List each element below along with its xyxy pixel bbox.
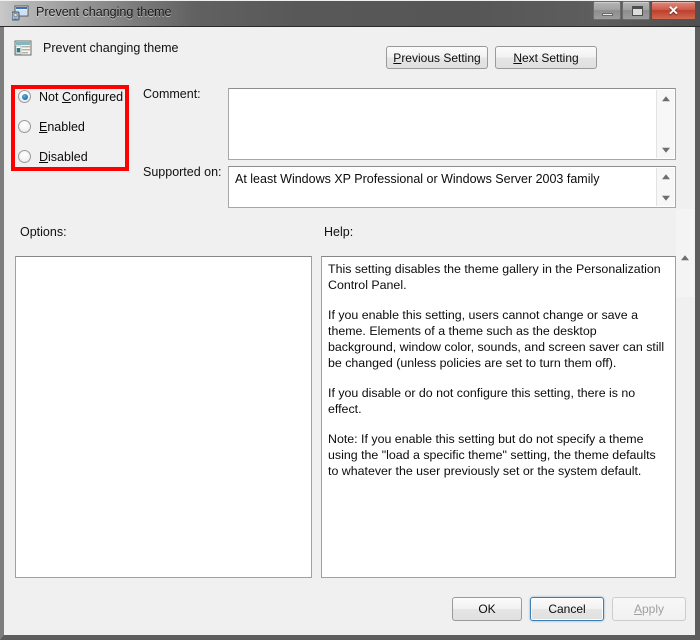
radio-not-configured[interactable]: Not Configured	[18, 88, 128, 105]
options-label: Options:	[20, 225, 67, 239]
next-setting-label: Next Setting	[513, 50, 579, 65]
radio-enabled[interactable]: Enabled	[18, 118, 128, 135]
radio-enabled-indicator	[18, 120, 31, 133]
help-content: This setting disables the theme gallery …	[328, 261, 667, 479]
comment-textarea[interactable]	[228, 88, 676, 160]
title-bar: Prevent changing theme ✕	[0, 0, 700, 27]
cancel-button[interactable]: Cancel	[530, 597, 604, 621]
supported-scroll-down-icon[interactable]	[657, 189, 674, 206]
help-paragraph: Note: If you enable this setting but do …	[328, 432, 656, 478]
setting-title: Prevent changing theme	[43, 41, 179, 55]
apply-button[interactable]: Apply	[612, 597, 686, 621]
supported-on-textarea[interactable]: At least Windows XP Professional or Wind…	[228, 166, 676, 208]
policy-setting-icon	[11, 5, 29, 21]
maximize-icon	[632, 6, 643, 16]
help-paragraph: If you disable or do not configure this …	[328, 386, 636, 416]
policy-state-radio-group: Not Configured Enabled Disabled	[18, 88, 128, 165]
close-icon: ✕	[668, 3, 679, 18]
help-paragraph: If you enable this setting, users cannot…	[328, 308, 665, 370]
supported-on-value: At least Windows XP Professional or Wind…	[235, 172, 600, 186]
dialog-scroll-up-icon[interactable]	[676, 249, 694, 267]
group-policy-setting-dialog: Prevent changing theme ✕ Prevent changin…	[0, 0, 700, 640]
previous-setting-button[interactable]: Previous Setting	[386, 46, 488, 69]
radio-enabled-label: Enabled	[39, 119, 85, 134]
next-setting-button[interactable]: Next Setting	[495, 46, 597, 69]
window-title: Prevent changing theme	[36, 5, 172, 19]
radio-not-configured-indicator	[18, 90, 31, 103]
setting-header: Prevent changing theme	[13, 38, 179, 58]
maximize-button[interactable]	[622, 1, 650, 20]
window-controls: ✕	[593, 1, 696, 20]
previous-setting-label: Previous Setting	[393, 50, 481, 65]
radio-disabled[interactable]: Disabled	[18, 148, 128, 165]
help-pane[interactable]: This setting disables the theme gallery …	[321, 256, 676, 578]
supported-on-scrollbar[interactable]	[656, 168, 674, 206]
cancel-button-label: Cancel	[548, 602, 586, 616]
radio-disabled-label: Disabled	[39, 149, 88, 164]
supported-scroll-up-icon[interactable]	[657, 168, 674, 185]
comment-scrollbar[interactable]	[656, 90, 674, 158]
minimize-icon	[602, 13, 613, 16]
setting-properties-icon	[13, 38, 33, 58]
ok-button-label: OK	[478, 602, 496, 616]
apply-button-label: Apply	[633, 602, 665, 616]
comment-scroll-down-icon[interactable]	[657, 141, 674, 158]
dialog-scrollbar[interactable]	[676, 209, 694, 297]
help-paragraph: This setting disables the theme gallery …	[328, 262, 661, 292]
supported-on-label: Supported on:	[143, 165, 222, 179]
options-pane[interactable]	[15, 256, 312, 578]
comment-label: Comment:	[143, 87, 201, 101]
help-label: Help:	[324, 225, 354, 239]
radio-not-configured-label: Not Configured	[39, 89, 124, 104]
minimize-button[interactable]	[593, 1, 621, 20]
close-button[interactable]: ✕	[651, 1, 696, 20]
ok-button[interactable]: OK	[452, 597, 522, 621]
comment-scroll-up-icon[interactable]	[657, 90, 674, 107]
radio-disabled-indicator	[18, 150, 31, 163]
dialog-body: Prevent changing theme ✕ Prevent changin…	[0, 0, 700, 635]
